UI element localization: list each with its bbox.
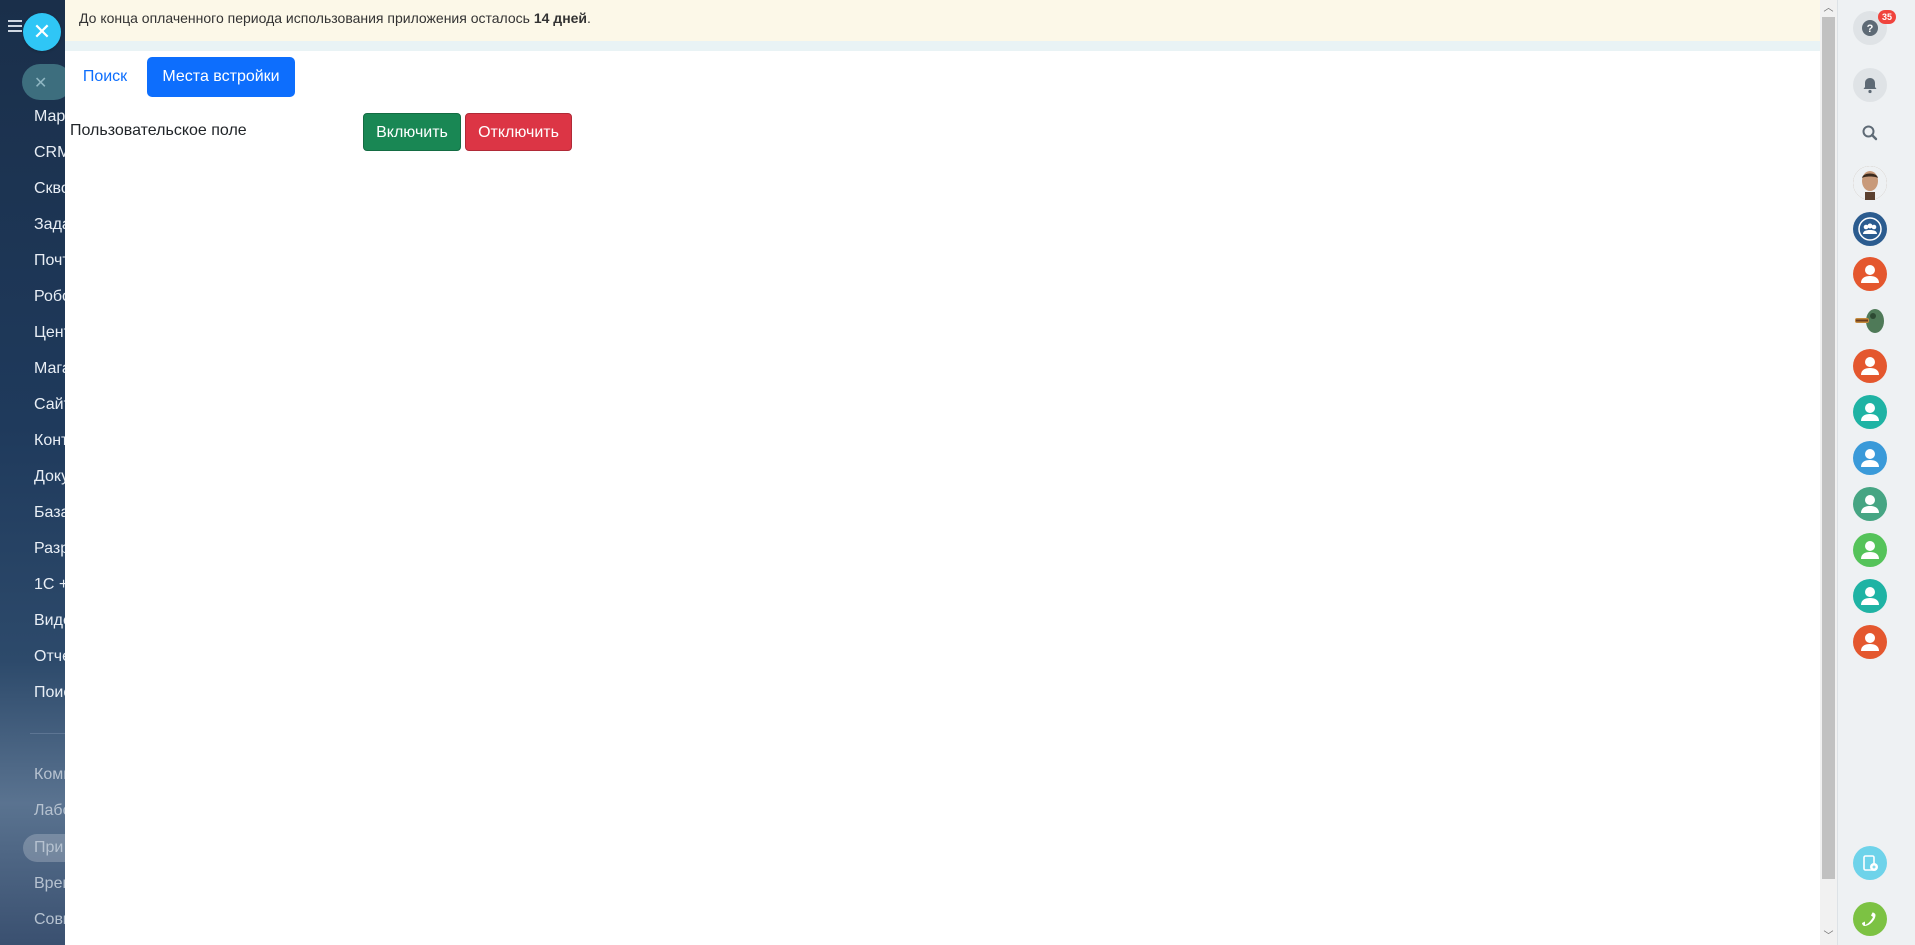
menu-icon[interactable]	[8, 20, 22, 32]
trial-days: 14 дней	[533, 10, 588, 26]
user-photo-avatar[interactable]	[1853, 166, 1887, 200]
phone-icon[interactable]	[1853, 902, 1887, 936]
scroll-down-arrow-icon[interactable]: ﹀	[1820, 928, 1837, 945]
user-avatar[interactable]	[1853, 625, 1887, 659]
tab-search[interactable]: Поиск	[73, 57, 137, 97]
background-sidebar: ✕ Мар CRM Скво Зада Почт Робо Цент Мага …	[0, 0, 70, 945]
user-avatar[interactable]	[1853, 395, 1887, 429]
user-avatar[interactable]	[1853, 579, 1887, 613]
enable-button[interactable]: Включить	[363, 113, 461, 151]
sidebar-search-pill[interactable]: ✕	[22, 64, 70, 100]
close-icon: ✕	[34, 75, 48, 92]
user-avatar[interactable]	[1853, 533, 1887, 567]
user-avatar[interactable]	[1853, 257, 1887, 291]
sidebar-item[interactable]: Мар	[34, 107, 65, 127]
screen-share-icon[interactable]	[1853, 846, 1887, 880]
trial-prefix: До конца оплаченного периода использован…	[79, 10, 534, 26]
app-panel: До конца оплаченного периода использован…	[65, 0, 1820, 945]
bell-icon[interactable]	[1853, 68, 1887, 102]
sidebar-item-active[interactable]: При	[34, 838, 63, 858]
placement-label: Пользовательское поле	[70, 122, 247, 139]
scroll-up-arrow-icon[interactable]: ︿	[1820, 0, 1837, 17]
tab-placements[interactable]: Места встройки	[147, 57, 295, 97]
trial-notice-text: До конца оплаченного периода использован…	[79, 10, 591, 26]
close-icon: ✕	[32, 19, 52, 44]
close-slider-button[interactable]: ✕	[23, 13, 61, 51]
search-icon[interactable]	[1853, 116, 1887, 150]
trial-notice-bar: До конца оплаченного периода использован…	[65, 0, 1820, 51]
sidebar-item[interactable]: Разр	[34, 539, 69, 559]
sidebar-item[interactable]: Конт	[34, 431, 68, 451]
user-avatar[interactable]	[1853, 487, 1887, 521]
disable-button[interactable]: Отключить	[465, 113, 572, 151]
sidebar-divider	[30, 733, 70, 734]
group-chat-avatar[interactable]	[1853, 212, 1887, 246]
trial-suffix: .	[587, 10, 591, 26]
sidebar-item[interactable]: 1С +	[34, 575, 68, 595]
sidebar-item[interactable]: Доку	[34, 467, 69, 487]
help-badge: 35	[1878, 10, 1896, 24]
vertical-scrollbar[interactable]: ︿ ﹀	[1820, 0, 1837, 945]
user-avatar[interactable]	[1853, 349, 1887, 383]
user-photo-avatar[interactable]	[1853, 304, 1887, 338]
svg-text:?: ?	[1867, 23, 1874, 35]
user-avatar[interactable]	[1853, 441, 1887, 475]
scroll-thumb[interactable]	[1822, 17, 1835, 879]
